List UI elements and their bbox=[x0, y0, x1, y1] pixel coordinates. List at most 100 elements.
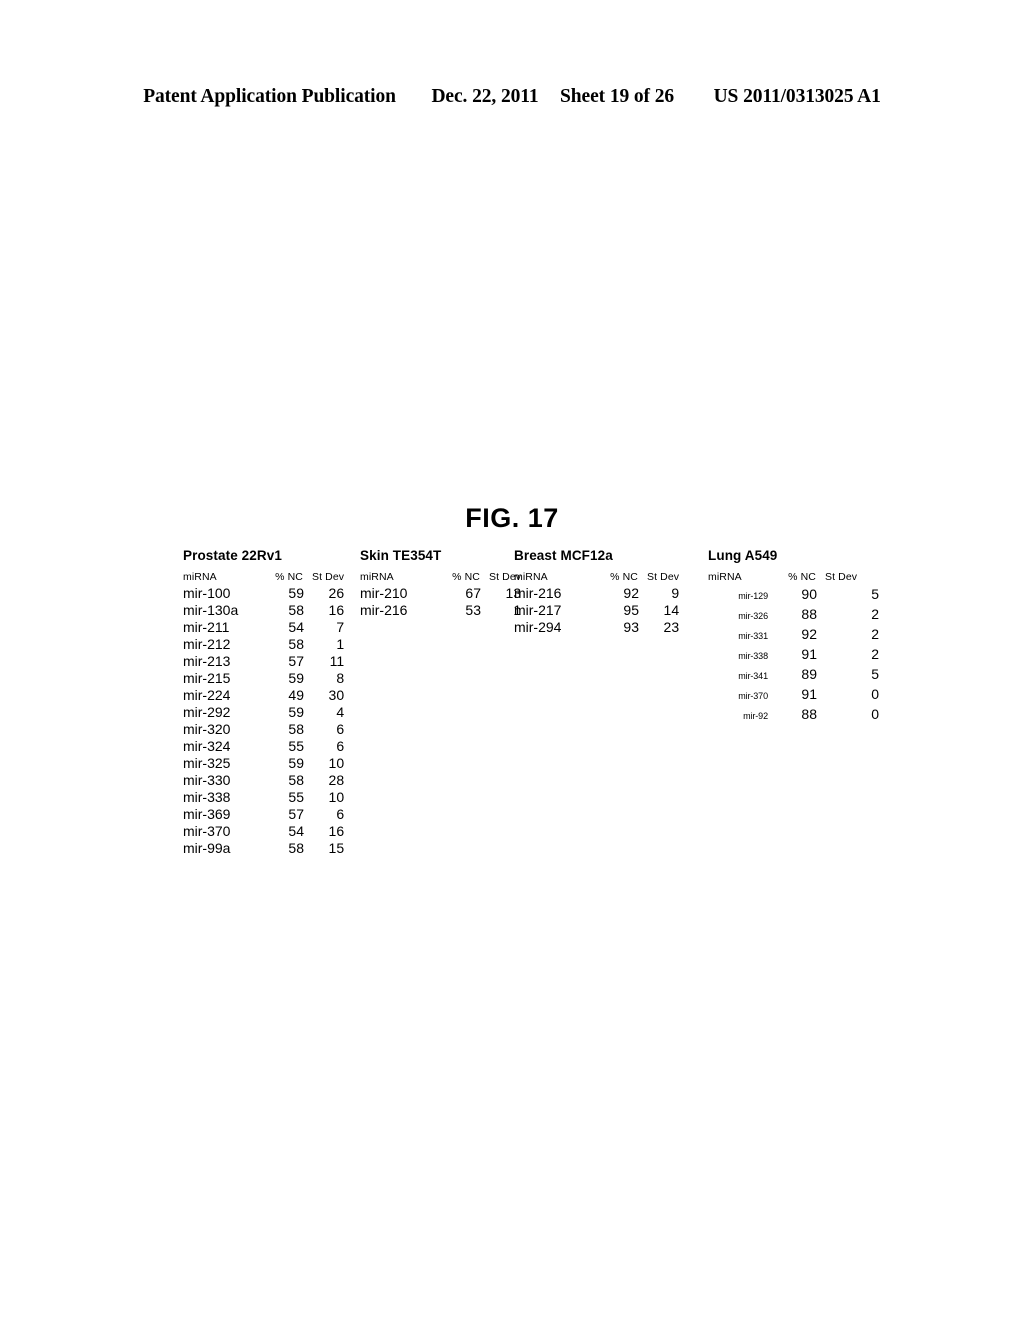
cell-st-dev: 10 bbox=[328, 755, 345, 771]
cell-pct-nc: 58 bbox=[288, 840, 304, 856]
cell-mirna: mir-369 bbox=[183, 806, 231, 822]
cell-pct-nc: 88 bbox=[801, 706, 817, 722]
cell-pct-nc: 92 bbox=[801, 626, 817, 642]
table-row: mir-292 59 4 bbox=[183, 704, 344, 721]
cell-mirna: mir-324 bbox=[183, 738, 231, 754]
cell-pct-nc: 88 bbox=[801, 606, 817, 622]
cell-mirna: mir-216 bbox=[360, 602, 408, 618]
table-row: mir-370 54 16 bbox=[183, 823, 344, 840]
mirna-table: miRNA % NC St Dev mir-100 59 26 mir-130a 58 1… bbox=[183, 569, 344, 857]
cell-pct-nc: 91 bbox=[801, 686, 817, 702]
table-row: mir-217 95 14 bbox=[514, 602, 679, 619]
cell-st-dev: 26 bbox=[328, 585, 345, 601]
cell-mirna: mir-370 bbox=[183, 823, 231, 839]
table-body: mir-129 90 5 mir-326 88 2 mir-331 92 2 mir-338 91 2… bbox=[708, 585, 879, 725]
cell-st-dev: 4 bbox=[336, 704, 345, 720]
cell-mirna: mir-212 bbox=[183, 636, 231, 652]
table-row: mir-341 89 5 bbox=[708, 665, 879, 685]
table-header-row: miRNA % NC St Dev bbox=[360, 569, 521, 585]
cell-mirna: mir-217 bbox=[514, 602, 562, 618]
cell-mirna: mir-320 bbox=[183, 721, 231, 737]
column-header-pct-nc: % NC bbox=[452, 571, 480, 583]
column-header-mirna: miRNA bbox=[514, 571, 548, 583]
cell-pct-nc: 95 bbox=[623, 602, 639, 618]
table-row: mir-338 91 2 bbox=[708, 645, 879, 665]
cell-st-dev: 10 bbox=[328, 789, 345, 805]
cell-mirna: mir-224 bbox=[183, 687, 231, 703]
cell-pct-nc: 92 bbox=[623, 585, 639, 601]
table-row: mir-331 92 2 bbox=[708, 625, 879, 645]
table-row: mir-325 59 10 bbox=[183, 755, 344, 772]
cell-st-dev: 0 bbox=[871, 706, 879, 722]
table-row: mir-129 90 5 bbox=[708, 585, 879, 605]
cell-mirna: mir-338 bbox=[738, 651, 768, 661]
cell-mirna: mir-215 bbox=[183, 670, 231, 686]
cell-mirna: mir-100 bbox=[183, 585, 231, 601]
column-header-pct-nc: % NC bbox=[788, 571, 816, 583]
cell-pct-nc: 93 bbox=[623, 619, 639, 635]
cell-pct-nc: 58 bbox=[288, 636, 304, 652]
mirna-table: miRNA % NC St Dev mir-129 90 5 mir-326 88 2 mi… bbox=[708, 569, 879, 725]
cell-st-dev: 23 bbox=[663, 619, 680, 635]
cell-pct-nc: 55 bbox=[288, 738, 304, 754]
cell-pct-nc: 59 bbox=[288, 755, 304, 771]
cell-pct-nc: 89 bbox=[801, 666, 817, 682]
cell-pct-nc: 59 bbox=[288, 670, 304, 686]
cell-st-dev: 7 bbox=[336, 619, 345, 635]
table-row: mir-99a 58 15 bbox=[183, 840, 344, 857]
cell-mirna: mir-129 bbox=[738, 591, 768, 601]
table-row: mir-130a 58 16 bbox=[183, 602, 344, 619]
table-row: mir-326 88 2 bbox=[708, 605, 879, 625]
cell-st-dev: 8 bbox=[336, 670, 345, 686]
cell-mirna: mir-216 bbox=[514, 585, 562, 601]
mirna-table: miRNA % NC St Dev mir-210 67 13 mir-216 53 1 bbox=[360, 569, 521, 619]
cell-mirna: mir-211 bbox=[183, 619, 230, 635]
table-header-row: miRNA % NC St Dev bbox=[183, 569, 344, 585]
table-row: mir-294 93 23 bbox=[514, 619, 679, 636]
cell-pct-nc: 57 bbox=[288, 653, 304, 669]
cell-mirna: mir-292 bbox=[183, 704, 231, 720]
table-body: mir-100 59 26 mir-130a 58 16 mir-211 54 7 mir-212… bbox=[183, 585, 344, 857]
column-header-st-dev: St Dev bbox=[312, 571, 345, 583]
cell-mirna: mir-294 bbox=[514, 619, 562, 635]
cell-pct-nc: 49 bbox=[288, 687, 304, 703]
table-row: mir-213 57 11 bbox=[183, 653, 344, 670]
panel-prostate-22rv1: Prostate 22Rv1 miRNA % NC St Dev mir-100… bbox=[183, 548, 344, 857]
cell-mirna: mir-331 bbox=[738, 631, 768, 641]
cell-mirna: mir-210 bbox=[360, 585, 408, 601]
table-body: mir-216 92 9 mir-217 95 14 mir-294 93 23 bbox=[514, 585, 679, 636]
panel-title: Skin TE354T bbox=[360, 548, 442, 563]
publication-date: Dec. 22, 2011 bbox=[431, 86, 539, 107]
cell-pct-nc: 54 bbox=[288, 619, 304, 635]
table-row: mir-92 88 0 bbox=[708, 705, 879, 725]
cell-st-dev: 5 bbox=[871, 586, 879, 602]
panel-breast-mcf12a: Breast MCF12a miRNA % NC St Dev mir-216 9… bbox=[514, 548, 679, 636]
cell-st-dev: 16 bbox=[328, 602, 345, 618]
column-header-mirna: miRNA bbox=[708, 571, 742, 583]
cell-pct-nc: 58 bbox=[288, 721, 304, 737]
table-row: mir-224 49 30 bbox=[183, 687, 344, 704]
table-row: mir-210 67 13 bbox=[360, 585, 521, 602]
publication-label: Patent Application Publication bbox=[143, 86, 396, 107]
cell-mirna: mir-330 bbox=[183, 772, 231, 788]
cell-st-dev: 14 bbox=[663, 602, 680, 618]
mirna-table: miRNA % NC St Dev mir-216 92 9 mir-217 95 14 m… bbox=[514, 569, 679, 636]
cell-st-dev: 9 bbox=[671, 585, 680, 601]
patent-number: US 2011/0313025 A1 bbox=[713, 86, 881, 107]
table-row: mir-212 58 1 bbox=[183, 636, 344, 653]
cell-st-dev: 6 bbox=[336, 738, 345, 754]
cell-mirna: mir-99a bbox=[183, 840, 231, 856]
column-header-st-dev: St Dev bbox=[647, 571, 680, 583]
cell-pct-nc: 55 bbox=[288, 789, 304, 805]
cell-mirna: mir-325 bbox=[183, 755, 231, 771]
table-row: mir-324 55 6 bbox=[183, 738, 344, 755]
figure-panels-container: Prostate 22Rv1 miRNA % NC St Dev mir-100… bbox=[0, 548, 1024, 898]
cell-mirna: mir-213 bbox=[183, 653, 231, 669]
column-header-mirna: miRNA bbox=[183, 571, 217, 583]
cell-mirna: mir-338 bbox=[183, 789, 231, 805]
table-body: mir-210 67 13 mir-216 53 1 bbox=[360, 585, 521, 619]
cell-st-dev: 30 bbox=[328, 687, 345, 703]
panel-title: Breast MCF12a bbox=[514, 548, 613, 563]
cell-st-dev: 28 bbox=[328, 772, 345, 788]
sheet-number: Sheet 19 of 26 bbox=[560, 86, 675, 107]
